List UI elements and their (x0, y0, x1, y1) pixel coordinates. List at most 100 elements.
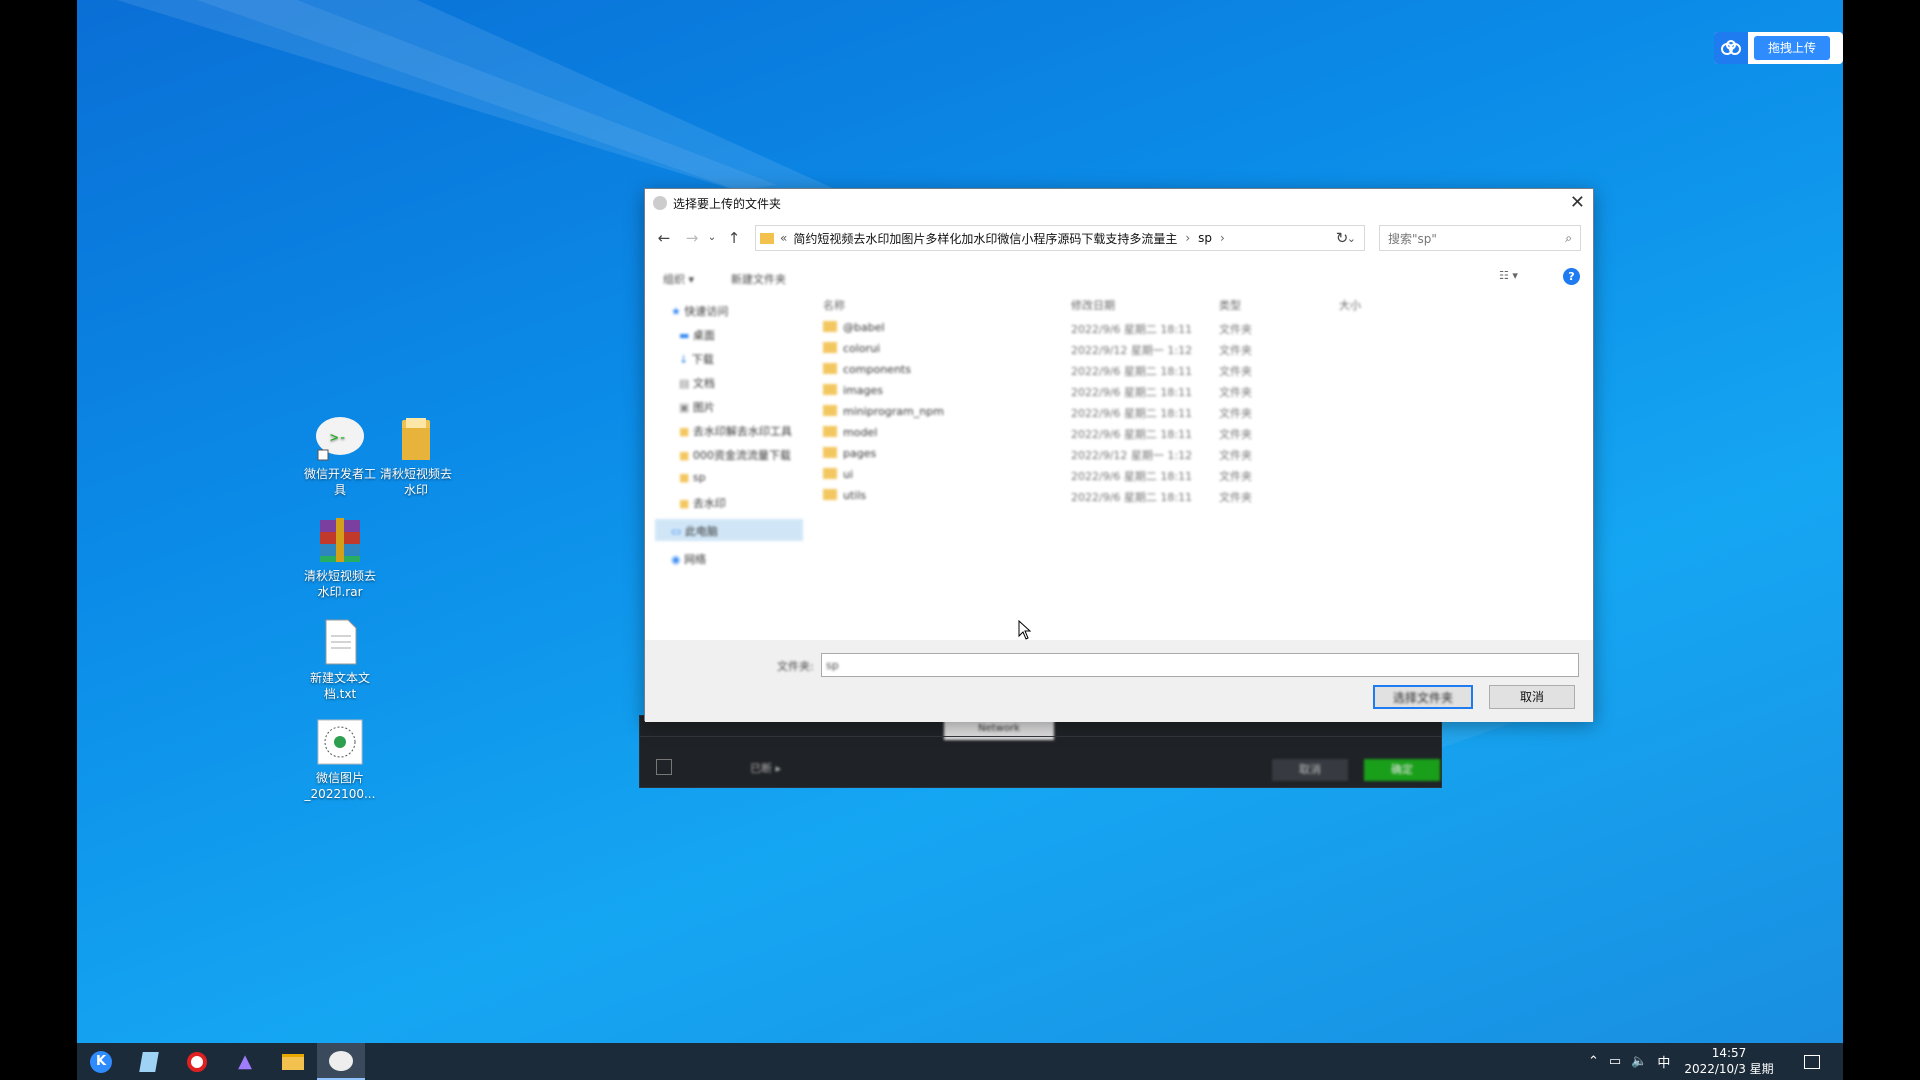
file-row[interactable]: colorui 2022/9/12 星期一 1:12 文件夹 (815, 338, 1295, 358)
notification-button[interactable] (1804, 1043, 1820, 1080)
taskbar-app-explorer[interactable] (269, 1043, 317, 1080)
star-icon: ★ (671, 305, 685, 318)
column-type[interactable]: 类型 (1219, 297, 1241, 313)
nav-item-documents[interactable]: ▤ 文档 (679, 375, 715, 391)
wechat-devtools-icon (329, 1050, 353, 1071)
select-folder-button[interactable]: 选择文件夹 (1373, 685, 1473, 709)
nav-item-downloads[interactable]: ↓ 下载 (679, 351, 714, 367)
address-path[interactable]: 简约短视频去水印加图片多样化加水印微信小程序源码下载支持多流量主 (793, 230, 1177, 247)
refresh-icon[interactable]: ↻ (1331, 227, 1353, 249)
file-explorer-icon (282, 1053, 304, 1070)
folder-icon: ■ (679, 497, 693, 510)
file-type: 文件夹 (1219, 470, 1252, 483)
column-name[interactable]: 名称 (823, 297, 845, 313)
desktop-icon-image[interactable]: 微信图片_2022100... (301, 718, 379, 802)
desktop-icon-wechat-devtools[interactable]: >- 微信开发者工具 (301, 414, 379, 498)
new-folder-button[interactable]: 新建文件夹 (731, 271, 786, 287)
taskbar-app-photos[interactable]: ▲ (221, 1043, 269, 1080)
desktop-icon-rar[interactable]: 清秋短视频去水印.rar (301, 516, 379, 600)
app-cancel-button[interactable]: 取消 (1272, 759, 1348, 781)
nav-item-network[interactable]: ◉ 网络 (671, 551, 706, 567)
nav-item-folder[interactable]: ■ sp (679, 471, 706, 484)
nav-item-folder[interactable]: ■ 去水印解去水印工具 (679, 423, 792, 439)
file-date: 2022/9/6 星期二 18:11 (1071, 365, 1193, 378)
file-row[interactable]: utils 2022/9/6 星期二 18:11 文件夹 (815, 485, 1295, 505)
app-expand-icon[interactable] (656, 759, 672, 775)
file-row[interactable]: @babel 2022/9/6 星期二 18:11 文件夹 (815, 317, 1295, 337)
folder-icon (823, 342, 837, 353)
organize-button[interactable]: 组织 ▾ (663, 271, 694, 287)
devtools-window: Network 已断 ▸ 取消 确定 (639, 715, 1442, 788)
dialog-footer: 文件夹: sp 选择文件夹 取消 (645, 640, 1593, 722)
search-input[interactable]: 搜索"sp" ⌕ (1379, 225, 1581, 251)
column-size[interactable]: 大小 (1339, 297, 1361, 313)
volume-icon[interactable]: 🔈 (1631, 1054, 1647, 1069)
desktop-icon-label: 微信开发者工具 (303, 467, 376, 497)
close-icon[interactable]: ✕ (1570, 192, 1585, 213)
nav-item-folder[interactable]: ■ 000资金流流量下载 (679, 447, 791, 463)
start-button[interactable]: K (77, 1043, 125, 1080)
address-field[interactable]: « 简约短视频去水印加图片多样化加水印微信小程序源码下载支持多流量主 › sp … (755, 225, 1365, 251)
cloud-upload-button[interactable]: 拖拽上传 (1714, 32, 1843, 64)
app-status-label: 已断 ▸ (750, 762, 782, 775)
view-options-icon[interactable]: ☷ ▾ (1499, 269, 1518, 282)
file-row[interactable]: images 2022/9/6 星期二 18:11 文件夹 (815, 380, 1295, 400)
folder-name-input[interactable]: sp (821, 653, 1579, 677)
start-icon: K (90, 1050, 112, 1073)
file-name: components (843, 363, 911, 376)
file-type: 文件夹 (1219, 407, 1252, 420)
nav-item-quick-access[interactable]: ★ 快速访问 (671, 303, 728, 319)
desktop-icon-label: 清秋短视频去水印.rar (303, 569, 376, 599)
network-icon[interactable]: ▭ (1609, 1054, 1621, 1069)
network-icon: ◉ (671, 553, 685, 566)
back-icon[interactable]: ← (653, 227, 675, 249)
file-name: images (843, 384, 883, 397)
file-type: 文件夹 (1219, 344, 1252, 357)
desktop-icon-label: 微信图片_2022100... (304, 771, 376, 801)
file-row[interactable]: ui 2022/9/6 星期二 18:11 文件夹 (815, 464, 1295, 484)
folder-icon (823, 384, 837, 395)
taskbar-app-wechat-devtools[interactable] (317, 1043, 365, 1080)
file-row[interactable]: components 2022/9/6 星期二 18:11 文件夹 (815, 359, 1295, 379)
forward-icon[interactable]: → (681, 227, 703, 249)
file-row[interactable]: model 2022/9/6 星期二 18:11 文件夹 (815, 422, 1295, 442)
file-row[interactable]: pages 2022/9/12 星期一 1:12 文件夹 (815, 443, 1295, 463)
notes-icon (139, 1051, 159, 1072)
desktop-icon-folder[interactable]: 清秋短视频去水印 (377, 414, 455, 498)
up-icon[interactable]: ↑ (723, 227, 745, 249)
taskbar-app-notes[interactable] (125, 1043, 173, 1080)
folder-icon (823, 426, 837, 437)
help-icon[interactable]: ? (1563, 268, 1580, 285)
nav-item-desktop[interactable]: ▬ 桌面 (679, 327, 715, 343)
file-name: model (843, 426, 878, 439)
qr-image-icon (314, 718, 366, 766)
file-row[interactable]: miniprogram_npm 2022/9/6 星期二 18:11 文件夹 (815, 401, 1295, 421)
file-type: 文件夹 (1219, 365, 1252, 378)
nav-item-folder[interactable]: ■ 去水印 (679, 495, 726, 511)
taskbar-app-recorder[interactable] (173, 1043, 221, 1080)
address-current[interactable]: sp (1198, 231, 1212, 245)
nav-item-pictures[interactable]: ▣ 图片 (679, 399, 715, 415)
mouse-cursor-icon (1018, 620, 1032, 640)
nav-item-this-pc[interactable]: ▭ 此电脑 (655, 519, 803, 541)
app-confirm-button[interactable]: 确定 (1364, 759, 1440, 781)
file-type: 文件夹 (1219, 428, 1252, 441)
winrar-icon (314, 516, 366, 564)
document-icon: ▤ (679, 377, 693, 390)
folder-icon (760, 232, 774, 244)
folder-icon: ■ (679, 471, 693, 484)
file-type: 文件夹 (1219, 323, 1252, 336)
folder-label: 文件夹: (777, 660, 814, 673)
address-overflow[interactable]: « (780, 231, 787, 245)
folder-icon: ■ (679, 425, 693, 438)
file-name: utils (843, 489, 867, 502)
ime-indicator[interactable]: 中 (1657, 1052, 1670, 1071)
cancel-button[interactable]: 取消 (1489, 685, 1575, 709)
chevron-up-icon[interactable]: ⌃ (1588, 1054, 1599, 1069)
desktop-icon-txt[interactable]: 新建文本文档.txt (301, 618, 379, 702)
recent-dropdown-icon[interactable]: ⌄ (701, 227, 723, 249)
column-date[interactable]: 修改日期 (1071, 297, 1115, 313)
folder-icon (823, 447, 837, 458)
clock[interactable]: 14:57 2022/10/3 星期一 (1679, 1045, 1779, 1080)
address-bar: ← → ⌄ ↑ « 简约短视频去水印加图片多样化加水印微信小程序源码下载支持多流… (645, 223, 1593, 253)
